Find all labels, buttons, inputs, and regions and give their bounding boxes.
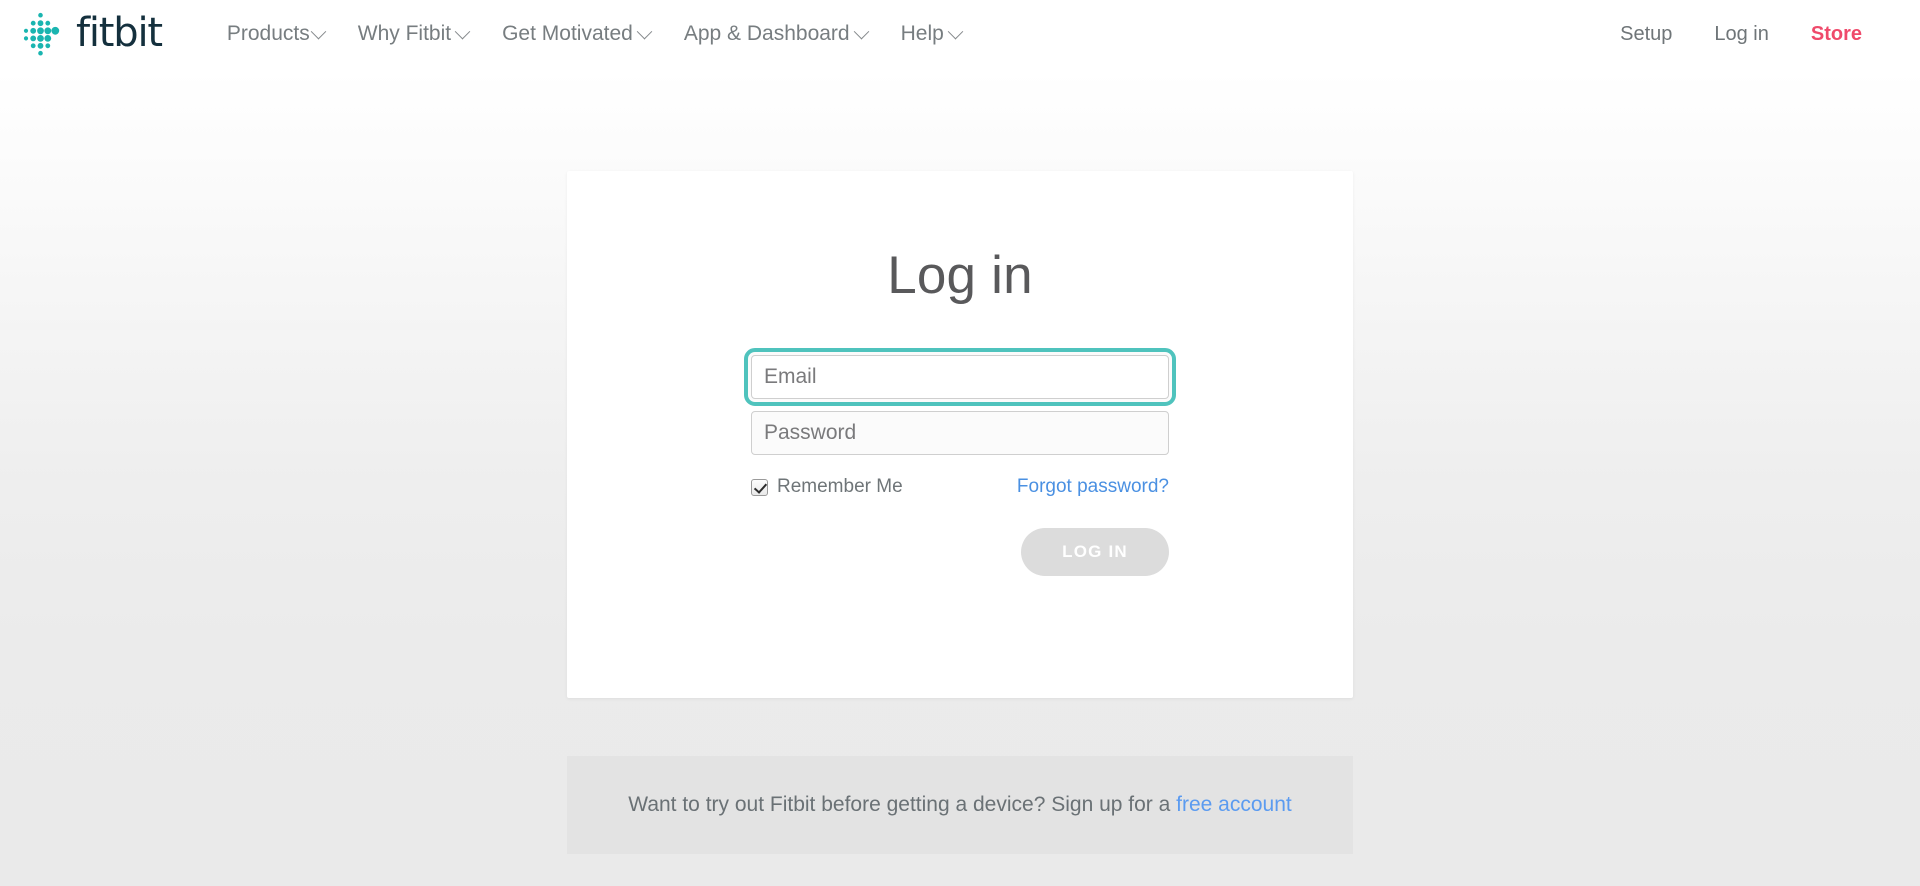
remember-me-group[interactable]: Remember Me	[751, 476, 903, 498]
nav-item-why-fitbit[interactable]: Why Fitbit	[341, 16, 485, 52]
email-field-wrapper	[744, 348, 1176, 407]
nav-item-store[interactable]: Store	[1790, 17, 1862, 52]
utility-navigation: Setup Log in Store	[1599, 17, 1862, 52]
nav-item-label: Why Fitbit	[357, 22, 452, 45]
nav-item-get-motivated[interactable]: Get Motivated	[485, 16, 667, 52]
site-header: fitbit Products Why Fitbit Get Motivated…	[0, 0, 1920, 68]
forgot-password-link[interactable]: Forgot password?	[1017, 476, 1169, 498]
main-content: Log in Remember Me Forgot password? LOG …	[0, 68, 1920, 854]
login-form: Remember Me Forgot password? LOG IN	[744, 305, 1176, 577]
chevron-down-icon	[947, 23, 964, 39]
login-card: Log in Remember Me Forgot password? LOG …	[567, 171, 1353, 698]
form-options-row: Remember Me Forgot password?	[751, 475, 1169, 499]
free-account-link[interactable]: free account	[1176, 793, 1292, 816]
submit-row: LOG IN	[751, 528, 1169, 577]
main-navigation: Products Why Fitbit Get Motivated App & …	[210, 16, 978, 52]
password-field-wrapper	[751, 411, 1169, 456]
nav-item-login[interactable]: Log in	[1693, 17, 1790, 52]
fitbit-logo-link[interactable]: fitbit	[20, 10, 163, 56]
nav-item-label: Get Motivated	[502, 22, 633, 45]
nav-item-label: App & Dashboard	[683, 22, 850, 45]
login-button[interactable]: LOG IN	[1021, 528, 1169, 577]
page-title: Log in	[887, 246, 1033, 305]
nav-item-setup[interactable]: Setup	[1599, 17, 1693, 52]
chevron-down-icon	[853, 23, 869, 39]
signup-banner-prompt: Want to try out Fitbit before getting a …	[628, 793, 1177, 816]
nav-item-app-and-dashboard[interactable]: App & Dashboard	[667, 16, 884, 52]
nav-item-label: Products	[226, 22, 310, 45]
fitbit-dots-logo-icon	[23, 12, 60, 56]
chevron-down-icon	[636, 23, 653, 39]
signup-banner-text: Want to try out Fitbit before getting a …	[628, 793, 1291, 817]
signup-banner: Want to try out Fitbit before getting a …	[567, 756, 1353, 854]
email-input[interactable]	[751, 355, 1169, 400]
chevron-down-icon	[310, 23, 327, 39]
nav-item-products[interactable]: Products	[210, 16, 341, 52]
nav-item-label: Help	[900, 22, 944, 45]
remember-me-label: Remember Me	[777, 476, 903, 498]
remember-me-checkbox[interactable]	[751, 478, 768, 496]
nav-item-help[interactable]: Help	[884, 16, 978, 52]
password-input[interactable]	[751, 411, 1169, 456]
chevron-down-icon	[454, 23, 471, 39]
fitbit-wordmark: fitbit	[76, 10, 163, 56]
